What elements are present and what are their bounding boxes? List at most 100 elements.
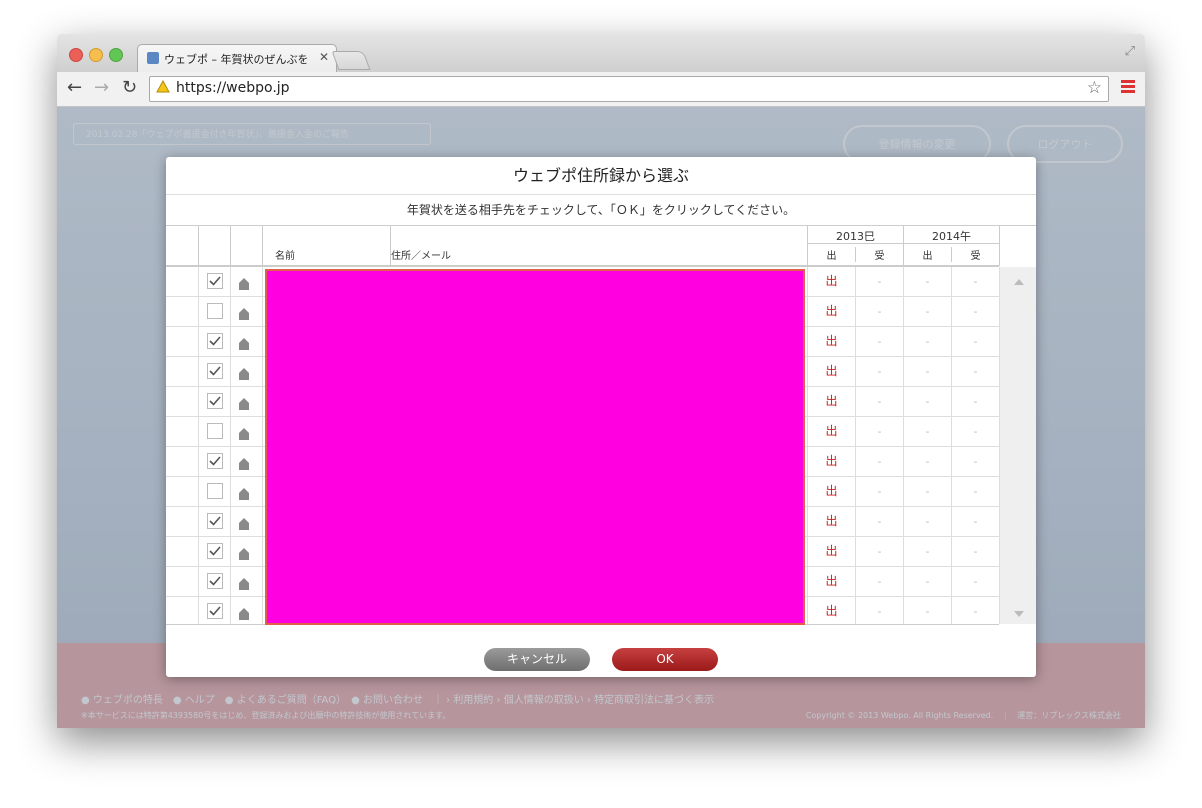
close-tab-icon[interactable]: ✕ <box>319 50 329 64</box>
received-2013-cell: - <box>856 537 904 566</box>
modal-instruction: 年賀状を送る相手先をチェックして、「ＯＫ」をクリックしてください。 <box>166 195 1036 226</box>
received-2014-cell: - <box>952 297 999 326</box>
received-2014-cell: - <box>952 597 999 624</box>
address-bar[interactable]: https://webpo.jp ☆ <box>149 76 1109 102</box>
year-2014-header: 2014午 <box>932 230 971 243</box>
list-scrollbar[interactable] <box>999 267 1036 624</box>
received-2014-cell: - <box>952 417 999 446</box>
house-icon <box>239 395 249 414</box>
cancel-button[interactable]: キャンセル <box>484 648 590 671</box>
sent-2013-cell: 出 <box>808 537 856 566</box>
spacer-cell <box>166 537 199 566</box>
received-2013-cell: - <box>856 357 904 386</box>
row-checkbox[interactable] <box>207 603 223 619</box>
received-2013-cell: - <box>856 297 904 326</box>
header-check <box>199 226 231 266</box>
url-text: https://webpo.jp <box>176 80 290 96</box>
name-column-header: 名前 <box>275 251 295 262</box>
close-window-button[interactable] <box>69 48 83 62</box>
house-icon <box>239 605 249 624</box>
sent-2013-cell: 出 <box>808 267 856 296</box>
row-checkbox[interactable] <box>207 423 223 439</box>
received-2014-cell: - <box>952 507 999 536</box>
header-type <box>231 226 263 266</box>
sent-2014-cell: - <box>904 417 952 446</box>
received-2013-cell: - <box>856 267 904 296</box>
sent-2014-cell: - <box>904 507 952 536</box>
spacer-cell <box>166 387 199 416</box>
received-2013-cell: - <box>856 447 904 476</box>
browser-toolbar: ← → ↻ https://webpo.jp ☆ <box>57 72 1145 107</box>
menu-icon[interactable] <box>1121 80 1135 95</box>
header-2013: 2013巳 出 受 <box>808 226 904 266</box>
row-checkbox[interactable] <box>207 543 223 559</box>
received-2014-cell: - <box>952 357 999 386</box>
received-2013-cell: - <box>856 477 904 506</box>
header-spacer <box>166 226 199 266</box>
row-checkbox[interactable] <box>207 363 223 379</box>
house-icon <box>239 545 249 564</box>
sent-2014-cell: - <box>904 597 952 624</box>
sent-2014-cell: - <box>904 357 952 386</box>
row-checkbox[interactable] <box>207 483 223 499</box>
received-2013-cell: - <box>856 387 904 416</box>
received-2014-cell: - <box>952 447 999 476</box>
sent-2013-cell: 出 <box>808 417 856 446</box>
received-2014-cell: - <box>952 567 999 596</box>
fullscreen-icon[interactable]: ⤢ <box>1125 44 1135 59</box>
tab-strip: ウェブポ – 年賀状のぜんぶを ✕ ⤢ <box>57 34 1145 73</box>
row-checkbox[interactable] <box>207 273 223 289</box>
sent-2014-cell: - <box>904 297 952 326</box>
header-name: 名前 <box>263 226 391 266</box>
sent-2013-cell: 出 <box>808 387 856 416</box>
address-column-header: 住所／メール <box>391 251 451 262</box>
scroll-down-arrow-icon[interactable] <box>1014 611 1024 617</box>
tab-title: ウェブポ – 年賀状のぜんぶを <box>164 53 309 66</box>
row-checkbox[interactable] <box>207 453 223 469</box>
back-icon[interactable]: ← <box>67 77 82 98</box>
sent-2014-cell: - <box>904 537 952 566</box>
house-icon <box>239 425 249 444</box>
row-checkbox[interactable] <box>207 573 223 589</box>
received-2014-header: 受 <box>970 251 981 262</box>
spacer-cell <box>166 327 199 356</box>
ok-button[interactable]: OK <box>612 648 718 671</box>
house-icon <box>239 485 249 504</box>
sent-2014-header: 出 <box>904 247 952 262</box>
sent-2013-cell: 出 <box>808 477 856 506</box>
minimize-window-button[interactable] <box>89 48 103 62</box>
received-2013-cell: - <box>856 597 904 624</box>
received-2013-cell: - <box>856 507 904 536</box>
sent-2014-cell: - <box>904 477 952 506</box>
received-2014-cell: - <box>952 387 999 416</box>
header-2014: 2014午 出 受 <box>904 226 1000 266</box>
reload-icon[interactable]: ↻ <box>122 77 137 98</box>
row-checkbox[interactable] <box>207 333 223 349</box>
spacer-cell <box>166 477 199 506</box>
browser-tab[interactable]: ウェブポ – 年賀状のぜんぶを ✕ <box>137 44 337 73</box>
sent-2013-cell: 出 <box>808 357 856 386</box>
header-address: 住所／メール <box>391 226 808 266</box>
modal-title: ウェブポ住所録から選ぶ <box>166 157 1036 195</box>
received-2014-cell: - <box>952 327 999 356</box>
sent-2013-cell: 出 <box>808 327 856 356</box>
sent-2013-cell: 出 <box>808 507 856 536</box>
house-icon <box>239 575 249 594</box>
forward-icon[interactable]: → <box>94 77 109 98</box>
spacer-cell <box>166 417 199 446</box>
sent-2014-cell: - <box>904 567 952 596</box>
house-icon <box>239 305 249 324</box>
favicon-icon <box>147 52 159 64</box>
received-2013-cell: - <box>856 327 904 356</box>
received-2014-cell: - <box>952 267 999 296</box>
row-checkbox[interactable] <box>207 393 223 409</box>
house-icon <box>239 365 249 384</box>
row-checkbox[interactable] <box>207 303 223 319</box>
sent-2013-cell: 出 <box>808 597 856 624</box>
new-tab-button[interactable] <box>331 51 371 70</box>
scroll-up-arrow-icon[interactable] <box>1014 279 1024 285</box>
zoom-window-button[interactable] <box>109 48 123 62</box>
received-2013-cell: - <box>856 417 904 446</box>
bookmark-star-icon[interactable]: ☆ <box>1087 78 1102 98</box>
row-checkbox[interactable] <box>207 513 223 529</box>
